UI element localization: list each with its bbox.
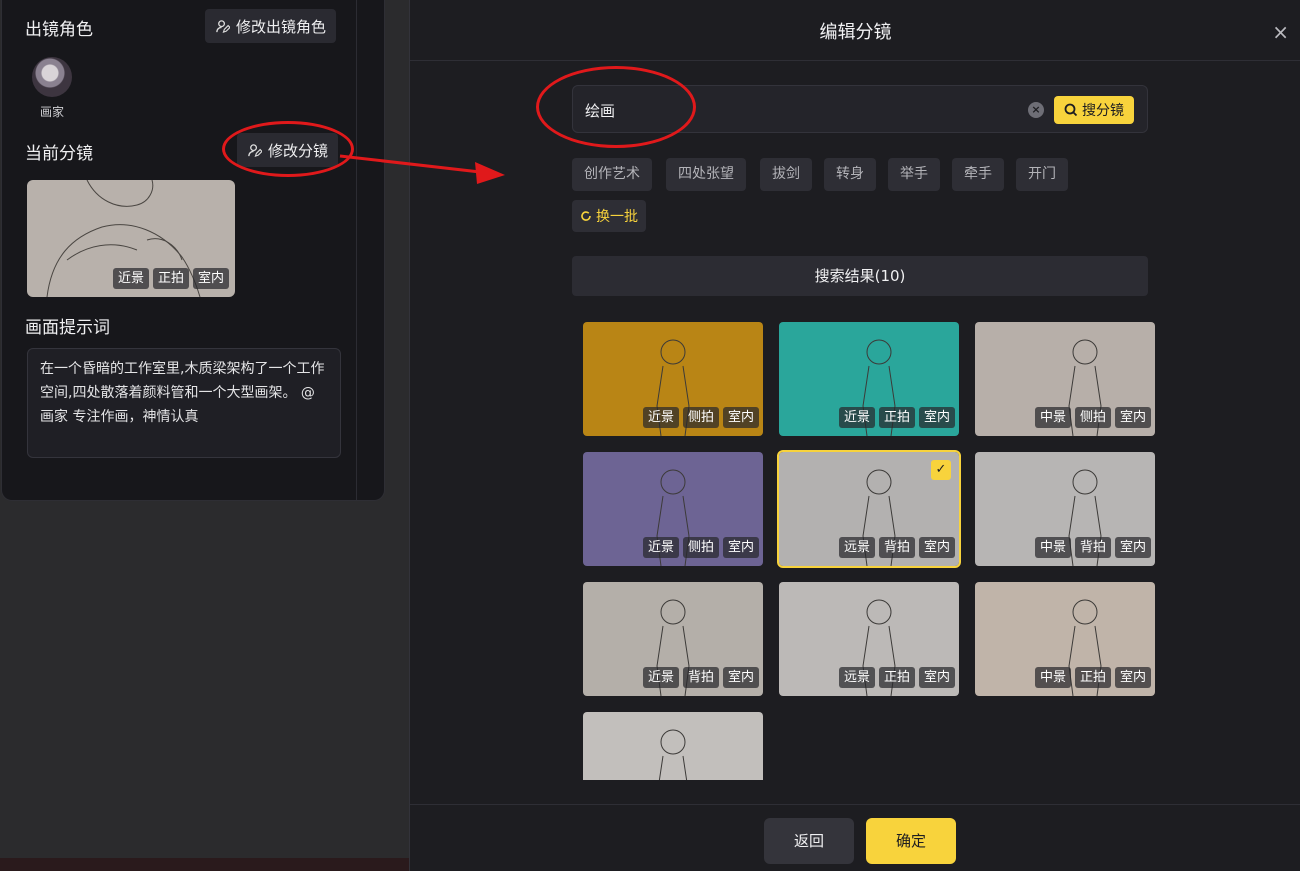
chip[interactable]: 开门 xyxy=(1016,158,1068,191)
result-card[interactable] xyxy=(583,712,763,780)
search-button[interactable]: 搜分镜 xyxy=(1054,96,1134,124)
tag: 室内 xyxy=(918,667,955,688)
tag: 室内 xyxy=(1114,407,1151,428)
card-tags: 中景 背拍 室内 xyxy=(1034,537,1151,558)
card-tags: 远景 背拍 室内 xyxy=(838,537,955,558)
chip[interactable]: 创作艺术 xyxy=(572,158,652,191)
background-strip xyxy=(0,858,409,871)
tag: 中景 xyxy=(1034,407,1071,428)
tag: 近景 xyxy=(642,537,679,558)
left-panel: 出镜角色 修改出镜角色 画家 当前分镜 修改分镜 近景 正拍 室内 画面提示词 … xyxy=(2,0,384,500)
tag: 正拍 xyxy=(878,407,915,428)
edit-cast-label: 修改出镜角色 xyxy=(236,17,327,36)
search-icon xyxy=(1064,103,1078,117)
tag: 侧拍 xyxy=(682,537,719,558)
tag: 正拍 xyxy=(878,667,915,688)
results-header: 搜索结果(10) xyxy=(572,256,1148,296)
card-tags: 近景 背拍 室内 xyxy=(642,667,759,688)
confirm-button[interactable]: 确定 xyxy=(866,818,956,864)
user-edit-icon xyxy=(216,19,230,33)
tag: 室内 xyxy=(1114,667,1151,688)
current-shot-tags: 近景 正拍 室内 xyxy=(112,268,229,289)
modal-footer: 返回 确定 xyxy=(410,804,1300,871)
card-tags: 近景 正拍 室内 xyxy=(838,407,955,428)
chip[interactable]: 转身 xyxy=(824,158,876,191)
tag: 室内 xyxy=(1114,537,1151,558)
card-tags: 中景 侧拍 室内 xyxy=(1034,407,1151,428)
tag: 中景 xyxy=(1034,537,1071,558)
tag: 近景 xyxy=(642,407,679,428)
tag: 背拍 xyxy=(682,667,719,688)
card-tags: 中景 正拍 室内 xyxy=(1034,667,1151,688)
clear-icon[interactable]: × xyxy=(1028,102,1044,118)
result-card[interactable]: 近景 正拍 室内 xyxy=(779,322,959,436)
prompt-title: 画面提示词 xyxy=(25,318,110,338)
tag: 背拍 xyxy=(1074,537,1111,558)
results-grid[interactable]: 近景 侧拍 室内 近景 正拍 室内 中景 侧拍 室内 近景 侧拍 室内 远景 背拍 室内 ✓ 中景 背拍 室内 近景背… xyxy=(554,305,1164,780)
tag: 室内 xyxy=(722,407,759,428)
tag: 远景 xyxy=(838,537,875,558)
back-button[interactable]: 返回 xyxy=(764,818,854,864)
tag: 室内 xyxy=(918,537,955,558)
chip[interactable]: 四处张望 xyxy=(666,158,746,191)
tag: 室内 xyxy=(722,667,759,688)
tag: 远景 xyxy=(838,667,875,688)
character-name: 画家 xyxy=(40,105,65,119)
card-tags: 远景 正拍 室内 xyxy=(838,667,955,688)
modal-title: 编辑分镜 xyxy=(819,22,892,43)
search-button-label: 搜分镜 xyxy=(1082,103,1124,119)
chip[interactable]: 举手 xyxy=(888,158,940,191)
tag: 背拍 xyxy=(878,537,915,558)
tag: 中景 xyxy=(1034,667,1071,688)
tag: 正拍 xyxy=(1074,667,1111,688)
tag: 室内 xyxy=(192,268,229,289)
tag: 侧拍 xyxy=(682,407,719,428)
refresh-button[interactable]: 换一批 xyxy=(572,200,646,232)
current-shot-title: 当前分镜 xyxy=(25,144,93,164)
refresh-label: 换一批 xyxy=(596,209,638,225)
card-tags: 近景 侧拍 室内 xyxy=(642,537,759,558)
result-card[interactable]: 中景 侧拍 室内 xyxy=(975,322,1155,436)
tag: 近景 xyxy=(112,268,149,289)
result-card[interactable]: 近景 背拍 室内 xyxy=(583,582,763,696)
result-card[interactable]: 近景 侧拍 室内 xyxy=(583,322,763,436)
current-shot-thumbnail[interactable]: 近景 正拍 室内 xyxy=(27,180,235,297)
avatar[interactable] xyxy=(32,57,72,97)
tag: 室内 xyxy=(918,407,955,428)
check-icon: ✓ xyxy=(931,460,951,480)
prompt-textarea[interactable]: 在一个昏暗的工作室里,木质梁架构了一个工作空间,四处散落着颜料管和一个大型画架。… xyxy=(27,348,341,458)
result-card[interactable]: 远景 背拍 室内 ✓ xyxy=(777,450,961,568)
tag: 室内 xyxy=(722,537,759,558)
result-card[interactable]: 中景 背拍 室内 xyxy=(975,452,1155,566)
sketch-image xyxy=(658,729,688,780)
chip[interactable]: 拔剑 xyxy=(760,158,812,191)
result-card[interactable]: 近景 侧拍 室内 xyxy=(583,452,763,566)
annotation-ellipse xyxy=(222,121,354,177)
edit-shot-modal: 编辑分镜 × × 搜分镜 创作艺术 四处张望 拔剑 转身 举手 牵手 开门 换一… xyxy=(409,0,1300,871)
result-card[interactable]: 中景 正拍 室内 xyxy=(975,582,1155,696)
tag: 正拍 xyxy=(152,268,189,289)
annotation-ellipse xyxy=(536,66,696,148)
chip[interactable]: 牵手 xyxy=(952,158,1004,191)
modal-header: 编辑分镜 × xyxy=(410,0,1300,61)
tag: 近景 xyxy=(838,407,875,428)
card-tags: 近景 侧拍 室内 xyxy=(642,407,759,428)
cast-title: 出镜角色 xyxy=(25,20,93,40)
result-card[interactable]: 远景 正拍 室内 xyxy=(779,582,959,696)
refresh-icon xyxy=(581,211,591,221)
annotation-arrow-icon xyxy=(339,154,505,184)
edit-cast-button[interactable]: 修改出镜角色 xyxy=(205,9,337,43)
tag: 近景 xyxy=(642,667,679,688)
close-icon[interactable]: × xyxy=(1272,20,1289,44)
tag: 侧拍 xyxy=(1074,407,1111,428)
panel-divider xyxy=(356,0,357,500)
